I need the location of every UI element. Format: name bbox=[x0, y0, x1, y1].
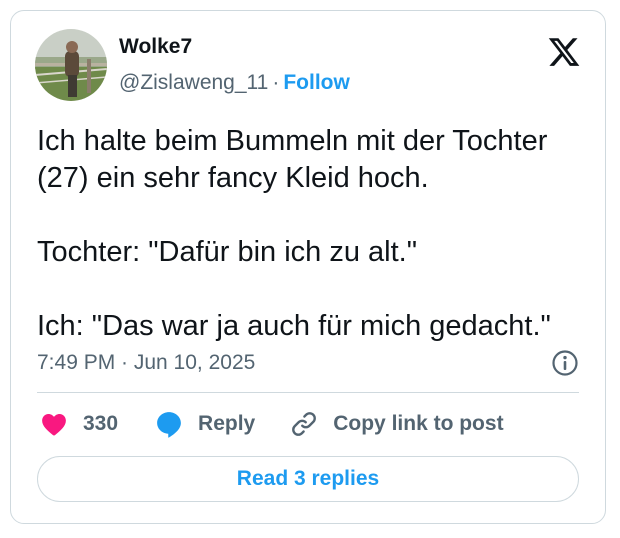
like-button[interactable]: 330 bbox=[39, 409, 118, 439]
tweet-line: (27) ein sehr fancy Kleid hoch. bbox=[37, 162, 429, 194]
separator-dot: · bbox=[272, 71, 280, 94]
tweet-line: Ich halte beim Bummeln mit der Tochter bbox=[37, 125, 548, 157]
avatar-photo bbox=[35, 29, 107, 101]
link-icon bbox=[289, 409, 319, 439]
reply-label: Reply bbox=[198, 412, 256, 435]
tweet-text: Ich halte beim Bummeln mit der Tochter (… bbox=[37, 123, 587, 345]
copy-link-label: Copy link to post bbox=[333, 412, 504, 435]
tweet-line: Ich: "Das war ja auch für mich gedacht." bbox=[37, 310, 551, 342]
author-name[interactable]: Wolke7 bbox=[119, 35, 192, 59]
read-replies-button[interactable]: Read 3 replies bbox=[37, 456, 579, 502]
tweet-blank-line bbox=[37, 197, 587, 234]
info-icon[interactable] bbox=[551, 349, 579, 377]
like-count: 330 bbox=[83, 412, 119, 435]
action-bar: 330 Reply Copy link to post bbox=[37, 407, 504, 441]
tweet-card: Wolke7 @Zislaweng_11 · Follow Ich halte be… bbox=[10, 10, 606, 524]
reply-bubble-icon bbox=[154, 409, 184, 439]
x-logo-icon[interactable] bbox=[547, 35, 581, 69]
follow-button[interactable]: Follow bbox=[283, 71, 350, 94]
heart-icon bbox=[39, 409, 69, 439]
copy-link-button[interactable]: Copy link to post bbox=[289, 409, 504, 439]
reply-button[interactable]: Reply bbox=[154, 409, 255, 439]
read-replies-label: Read 3 replies bbox=[236, 467, 380, 490]
tweet-timestamp[interactable]: 7:49 PM · Jun 10, 2025 bbox=[37, 351, 255, 375]
author-handle-row: @Zislaweng_11 · Follow bbox=[119, 71, 350, 95]
avatar[interactable] bbox=[35, 29, 107, 101]
divider bbox=[37, 392, 579, 393]
author-handle[interactable]: @Zislaweng_11 bbox=[119, 71, 268, 94]
tweet-blank-line bbox=[37, 271, 587, 308]
tweet-line: Tochter: "Dafür bin ich zu alt." bbox=[37, 236, 418, 268]
